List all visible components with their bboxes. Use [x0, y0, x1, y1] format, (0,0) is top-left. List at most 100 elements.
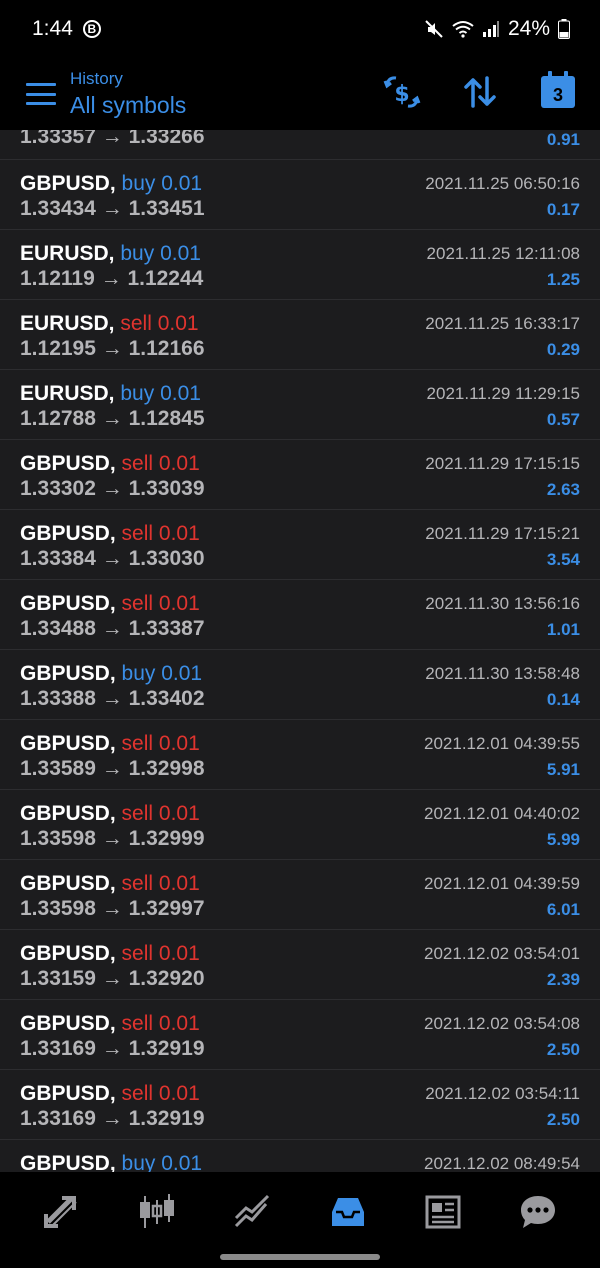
trade-title: GBPUSD, buy 0.01 [20, 661, 202, 687]
candlestick-chart-icon [139, 1194, 174, 1228]
trade-profit: 1.25 [546, 270, 580, 289]
trade-time: 2021.11.25 12:11:08 [426, 244, 580, 263]
trade-time: 2021.11.25 16:33:17 [425, 314, 580, 333]
trade-row[interactable]: GBPUSD, sell 0.01 2021.12.02 03:54:08 1.33… [0, 1000, 600, 1070]
trade-prices: 1.33488 → 1.33387 [20, 616, 205, 642]
trade-time: 2021.12.01 04:40:02 [424, 804, 580, 823]
date-range-button[interactable]: 3 [536, 70, 580, 114]
trade-symbol: EURUSD, [20, 312, 115, 335]
trade-symbol: GBPUSD, [20, 522, 116, 545]
trade-side: buy [121, 172, 156, 195]
currency-exchange-icon: $ [383, 76, 421, 108]
trade-time: 2021.11.25 06:50:16 [425, 174, 580, 193]
arrow-right-icon: → [95, 197, 129, 220]
arrow-right-icon: → [95, 337, 129, 360]
trade-prices: 1.33302 → 1.33039 [20, 476, 205, 502]
chat-icon [521, 1196, 556, 1228]
trade-time: 2021.11.29 17:15:21 [425, 524, 580, 543]
arrow-right-icon: → [95, 130, 129, 148]
trade-row[interactable]: GBPUSD, sell 0.01 2021.12.02 03:54:01 1.33… [0, 930, 600, 1000]
trade-row[interactable]: GBPUSD, buy 0.01 2021.12.02 08:49:54 [0, 1140, 600, 1172]
calendar-day: 3 [552, 85, 563, 105]
entry-price: 1.33388 [20, 687, 96, 710]
trade-volume: 0.01 [158, 452, 200, 475]
trade-row[interactable]: GBPUSD, sell 0.01 2021.12.01 04:39:55 1.33… [0, 720, 600, 790]
trade-row[interactable]: GBPUSD, sell 0.01 2021.11.30 13:56:16 1.33… [0, 580, 600, 650]
b-notification-icon: B [82, 20, 101, 38]
trade-row[interactable]: GBPUSD, sell 0.01 2021.12.01 04:39:59 1.33… [0, 860, 600, 930]
trade-side: sell [121, 732, 154, 755]
trade-profit: 2.50 [546, 1110, 580, 1129]
trade-side: sell [121, 452, 154, 475]
signal-icon [482, 21, 499, 37]
trade-row[interactable]: GBPUSD, sell 0.01 2021.12.02 03:54:11 1.33… [0, 1070, 600, 1140]
nav-charts[interactable] [222, 1182, 282, 1242]
exit-price: 1.32919 [128, 1107, 205, 1130]
trade-prices: 1.33357 → 1.33266 [20, 130, 205, 150]
trade-prices: 1.33598 → 1.32999 [20, 826, 205, 852]
nav-quotes[interactable] [127, 1182, 187, 1242]
trade-time: 2021.12.02 03:54:08 [424, 1014, 580, 1033]
trade-profit: 2.50 [546, 1040, 580, 1059]
trade-profit: 5.99 [546, 830, 580, 849]
trade-row[interactable]: 1.33357 → 1.33266 0.91 [0, 130, 600, 160]
exit-price: 1.32920 [128, 967, 205, 990]
trade-row[interactable]: GBPUSD, sell 0.01 2021.11.29 17:15:15 1.33… [0, 440, 600, 510]
trade-side: sell [120, 312, 152, 335]
symbol-filter-button[interactable]: $ [380, 70, 424, 114]
trade-row[interactable]: EURUSD, buy 0.01 2021.11.25 12:11:08 1.121… [0, 230, 600, 300]
trade-title: GBPUSD, sell 0.01 [20, 731, 200, 757]
trade-title: GBPUSD, sell 0.01 [20, 591, 200, 617]
history-inbox-icon [331, 1198, 364, 1226]
trade-volume: 0.01 [160, 242, 201, 265]
trade-row[interactable]: EURUSD, buy 0.01 2021.11.29 11:29:15 1.127… [0, 370, 600, 440]
trade-volume: 0.01 [158, 592, 200, 615]
trade-title: GBPUSD, sell 0.01 [20, 451, 200, 477]
page-title[interactable]: All symbols [70, 90, 186, 120]
arrow-right-icon: → [95, 897, 129, 920]
status-time: 1:44 [32, 17, 73, 40]
trade-profit: 1.01 [546, 620, 580, 639]
exit-price: 1.12244 [127, 267, 204, 290]
trade-prices: 1.33388 → 1.33402 [20, 686, 205, 712]
mute-icon [425, 20, 443, 38]
nav-messages[interactable] [508, 1182, 568, 1242]
trade-symbol: GBPUSD, [20, 942, 116, 965]
nav-news[interactable] [413, 1182, 473, 1242]
trade-volume: 0.01 [161, 172, 203, 195]
sort-button[interactable] [458, 70, 502, 114]
trade-time: 2021.12.01 04:39:59 [424, 874, 580, 893]
trade-profit: 2.63 [546, 480, 580, 499]
trade-prices: 1.33159 → 1.32920 [20, 966, 205, 992]
trade-time: 2021.12.02 03:54:01 [424, 944, 580, 963]
entry-price: 1.33598 [20, 897, 96, 920]
trade-time: 2021.11.29 17:15:15 [425, 454, 580, 473]
trade-profit: 0.14 [546, 690, 580, 709]
arrow-right-icon: → [95, 687, 129, 710]
trade-row[interactable]: GBPUSD, buy 0.01 2021.11.25 06:50:16 1.334… [0, 160, 600, 230]
entry-price: 1.33169 [20, 1037, 96, 1060]
home-indicator[interactable] [220, 1254, 380, 1260]
entry-price: 1.33598 [20, 827, 96, 850]
trade-row[interactable]: EURUSD, sell 0.01 2021.11.25 16:33:17 1.12… [0, 300, 600, 370]
menu-icon[interactable] [26, 83, 56, 105]
trade-row[interactable]: GBPUSD, sell 0.01 2021.11.29 17:15:21 1.33… [0, 510, 600, 580]
nav-trade[interactable] [32, 1182, 92, 1242]
battery-level: 24% [507, 17, 550, 40]
wifi-icon [452, 21, 474, 38]
trade-symbol: GBPUSD, [20, 802, 116, 825]
trade-side: buy [121, 1152, 156, 1172]
exit-price: 1.32919 [128, 1037, 205, 1060]
trade-row[interactable]: GBPUSD, sell 0.01 2021.12.01 04:40:02 1.33… [0, 790, 600, 860]
trade-prices: 1.33384 → 1.33030 [20, 546, 205, 572]
trade-row[interactable]: GBPUSD, buy 0.01 2021.11.30 13:58:48 1.333… [0, 650, 600, 720]
trade-history-list[interactable]: 1.33357 → 1.33266 0.91 GBPUSD, buy 0.01 202… [0, 130, 600, 1172]
trade-profit: 3.54 [546, 550, 580, 569]
trade-volume: 0.01 [158, 522, 200, 545]
arrow-right-icon: → [95, 1107, 129, 1130]
trade-time: 2021.11.29 11:29:15 [426, 384, 580, 403]
exit-price: 1.33451 [128, 197, 205, 220]
nav-history[interactable] [318, 1182, 378, 1242]
bottom-navigation [0, 1172, 600, 1252]
exit-price: 1.33266 [128, 130, 205, 148]
